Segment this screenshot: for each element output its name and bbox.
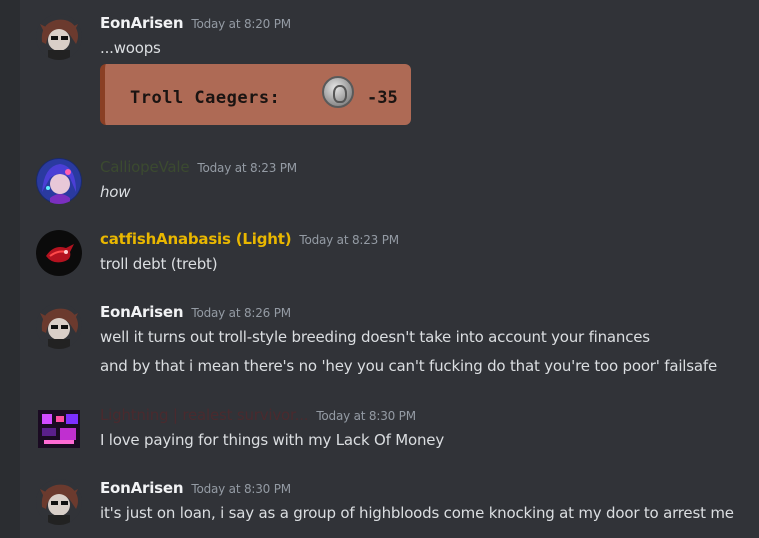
anime-portrait-avatar[interactable] [36, 158, 82, 204]
caegers-label: Troll Caegers: [130, 88, 281, 108]
username[interactable]: EonArisen [100, 14, 184, 32]
username[interactable]: CalliopeVale [100, 158, 190, 176]
caegers-value: -35 [367, 88, 398, 108]
red-creature-avatar[interactable] [36, 230, 82, 276]
username[interactable]: EonArisen [100, 303, 184, 321]
message-item: EonArisen Today at 8:26 PM well it turns… [36, 303, 755, 383]
troll-girl-avatar[interactable] [36, 14, 82, 60]
message-text: and by that i mean there's no 'hey you c… [100, 357, 717, 375]
timestamp: Today at 8:20 PM [191, 17, 291, 31]
username[interactable]: Lightning | realest survivor... [100, 406, 309, 424]
troll-girl-avatar[interactable] [36, 303, 82, 349]
message-text: ...woops [100, 39, 161, 57]
message-item: Lightning | realest survivor... Today at… [36, 406, 755, 454]
neon-pixel-avatar[interactable] [36, 406, 82, 452]
timestamp: Today at 8:30 PM [191, 482, 291, 496]
message-item: CalliopeVale Today at 8:23 PM how [36, 158, 755, 206]
username[interactable]: EonArisen [100, 479, 184, 497]
timestamp: Today at 8:23 PM [299, 233, 399, 247]
timestamp: Today at 8:30 PM [316, 409, 416, 423]
message-text: I love paying for things with my Lack Of… [100, 431, 445, 449]
timestamp: Today at 8:23 PM [197, 161, 297, 175]
message-text: it's just on loan, i say as a group of h… [100, 504, 734, 522]
message-text: well it turns out troll-style breeding d… [100, 328, 650, 346]
troll-girl-avatar[interactable] [36, 479, 82, 525]
username[interactable]: catfishAnabasis (Light) [100, 230, 292, 248]
caeger-coin-icon [322, 76, 354, 108]
message-item: EonArisen Today at 8:30 PM it's just on … [36, 479, 755, 529]
message-item: EonArisen Today at 8:20 PM ...woops Trol… [36, 14, 755, 134]
channel-gutter [0, 0, 20, 538]
caegers-embed: Troll Caegers: -35 [100, 64, 411, 125]
message-item: catfishAnabasis (Light) Today at 8:23 PM… [36, 230, 755, 278]
message-text: how [100, 183, 131, 201]
timestamp: Today at 8:26 PM [191, 306, 291, 320]
message-text: troll debt (trebt) [100, 255, 218, 273]
